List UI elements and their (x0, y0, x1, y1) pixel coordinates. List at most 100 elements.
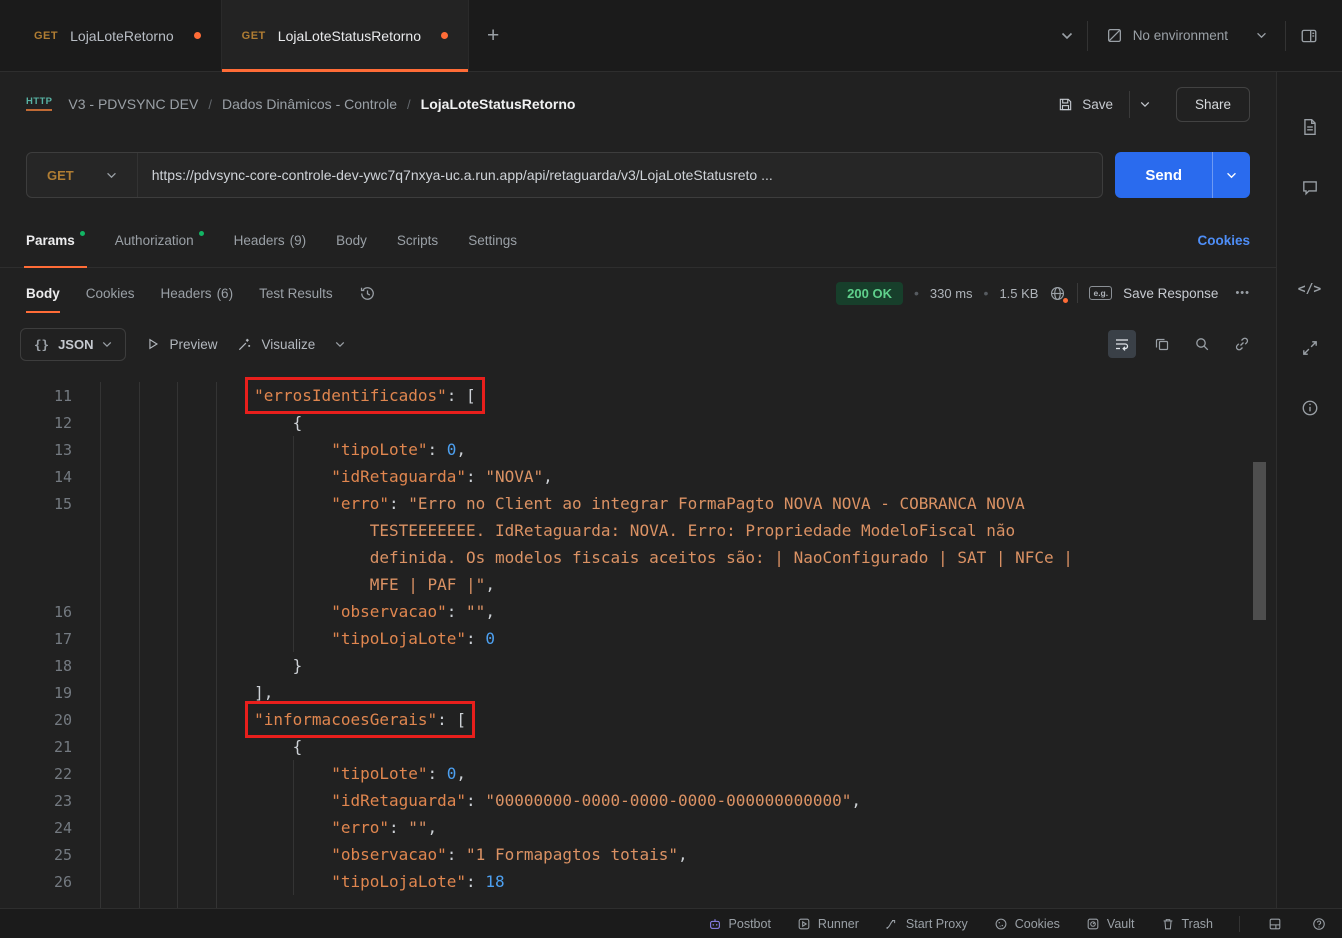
vault-icon (1086, 917, 1100, 931)
header-actions: Save Share (1046, 87, 1250, 122)
tab-label: Test Results (259, 286, 333, 301)
environment-label: No environment (1133, 28, 1228, 43)
red-annotation-box: "informacoesGerais": [ (254, 710, 466, 729)
wrap-text-icon[interactable] (1108, 330, 1136, 358)
postbot-label: Postbot (729, 917, 771, 931)
code-line: 18} (0, 652, 1276, 679)
copy-icon[interactable] (1148, 330, 1176, 358)
code-line: 13"tipoLote": 0, (0, 436, 1276, 463)
status-badge: 200 OK (836, 282, 903, 305)
cookies-label: Cookies (1015, 917, 1060, 931)
save-options-chevron[interactable] (1129, 91, 1160, 118)
panel-layout-icon[interactable] (1266, 915, 1284, 933)
tab-params[interactable]: Params (26, 214, 85, 267)
method-dropdown[interactable]: GET (27, 153, 138, 197)
chevron-down-icon (1256, 32, 1267, 39)
save-as-example-icon[interactable]: e.g. (1089, 286, 1112, 300)
vault-button[interactable]: Vault (1086, 917, 1135, 931)
tab-response-body[interactable]: Body (26, 268, 60, 318)
request-url-row: GET https://pdvsync-core-controle-dev-yw… (0, 136, 1276, 214)
toolbar-right (1108, 330, 1256, 358)
runner-button[interactable]: Runner (797, 917, 859, 931)
response-history-icon[interactable] (359, 285, 376, 302)
link-icon[interactable] (1228, 330, 1256, 358)
method-get-label: GET (47, 168, 74, 183)
url-input[interactable]: https://pdvsync-core-controle-dev-ywc7q7… (138, 167, 1103, 183)
more-actions-icon[interactable]: ••• (1235, 287, 1250, 299)
code-line: TESTEEEEEEE. IdRetaguarda: NOVA. Erro: P… (0, 517, 1276, 544)
tab-overflow-chevron-icon[interactable] (1047, 24, 1087, 48)
save-response-button[interactable]: Save Response (1123, 286, 1218, 301)
headers-count: (9) (290, 233, 307, 248)
response-time: 330 ms (930, 286, 973, 301)
save-button[interactable]: Save (1046, 89, 1125, 120)
tab-label: Authorization (115, 233, 194, 248)
preview-button[interactable]: Preview (146, 337, 217, 352)
visualize-button[interactable]: Visualize (237, 337, 315, 352)
request-tab-lojaloteretorno[interactable]: GET LojaLoteRetorno (14, 0, 222, 71)
environment-selector[interactable]: No environment (1088, 27, 1285, 44)
red-annotation-box: "errosIdentificados": [ (254, 386, 476, 405)
environment-quick-look-icon[interactable] (1286, 19, 1332, 53)
info-icon[interactable] (1295, 393, 1325, 423)
send-button[interactable]: Send (1115, 152, 1250, 198)
expand-panel-icon[interactable] (1295, 333, 1325, 363)
cookies-button[interactable]: Cookies (994, 917, 1060, 931)
share-button[interactable]: Share (1176, 87, 1250, 122)
divider (1239, 916, 1240, 932)
tab-body[interactable]: Body (336, 214, 367, 267)
vertical-scrollbar[interactable] (1253, 462, 1266, 620)
network-info-icon[interactable] (1049, 285, 1066, 302)
cookie-icon (994, 917, 1008, 931)
preview-label: Preview (169, 337, 217, 352)
code-line: 20"informacoesGerais": [ (0, 706, 1276, 733)
documentation-icon[interactable] (1295, 112, 1325, 142)
breadcrumb-collection[interactable]: V3 - PDVSYNC DEV (68, 96, 198, 112)
code-snippet-icon[interactable]: </> (1292, 276, 1327, 303)
postbot-button[interactable]: Postbot (708, 917, 771, 931)
code-line: 22"tipoLote": 0, (0, 760, 1276, 787)
postman-window: GET LojaLoteRetorno GET LojaLoteStatusRe… (0, 0, 1342, 938)
start-proxy-label: Start Proxy (906, 917, 968, 931)
breadcrumb-folder[interactable]: Dados Dinâmicos - Controle (222, 96, 397, 112)
unsaved-dot (194, 32, 201, 39)
cookies-link[interactable]: Cookies (1197, 233, 1250, 248)
send-options-chevron[interactable] (1212, 152, 1250, 198)
start-proxy-button[interactable]: Start Proxy (885, 917, 968, 931)
request-tab-lojalotestatusretorno[interactable]: GET LojaLoteStatusRetorno (222, 0, 469, 71)
response-headers-count: (6) (217, 286, 234, 301)
code-line: 14"idRetaguarda": "NOVA", (0, 463, 1276, 490)
comments-icon[interactable] (1295, 172, 1325, 202)
dot-separator: • (914, 285, 919, 301)
trash-button[interactable]: Trash (1161, 917, 1214, 931)
tab-authorization[interactable]: Authorization (115, 214, 204, 267)
line-number: 19 (0, 680, 72, 707)
chevron-down-icon (102, 341, 112, 348)
tab-scripts[interactable]: Scripts (397, 214, 438, 267)
new-tab-button[interactable]: + (469, 18, 517, 54)
send-label: Send (1115, 152, 1212, 198)
tab-response-headers[interactable]: Headers (6) (161, 268, 234, 318)
tab-settings[interactable]: Settings (468, 214, 517, 267)
response-body-editor[interactable]: 11"errosIdentificados": [12{13"tipoLote"… (0, 370, 1276, 908)
postbot-icon (708, 917, 722, 931)
request-name[interactable]: LojaLoteStatusRetorno (421, 96, 576, 112)
line-number: 17 (0, 626, 72, 653)
search-icon[interactable] (1188, 330, 1216, 358)
code-line: 17"tipoLojaLote": 0 (0, 625, 1276, 652)
trash-label: Trash (1182, 917, 1214, 931)
visualize-label: Visualize (261, 337, 315, 352)
format-selector[interactable]: {} JSON (20, 328, 126, 361)
runner-label: Runner (818, 917, 859, 931)
tab-label: Scripts (397, 233, 438, 248)
line-number: 11 (0, 383, 72, 410)
tab-response-cookies[interactable]: Cookies (86, 268, 135, 318)
code-line: 19], (0, 679, 1276, 706)
tab-headers[interactable]: Headers (9) (234, 214, 307, 267)
help-icon[interactable] (1310, 915, 1328, 933)
view-options-chevron[interactable] (335, 341, 345, 348)
save-label: Save (1082, 97, 1113, 112)
response-toolbar: {} JSON Preview Visualize (0, 318, 1276, 370)
line-number: 15 (0, 491, 72, 518)
tab-test-results[interactable]: Test Results (259, 268, 333, 318)
